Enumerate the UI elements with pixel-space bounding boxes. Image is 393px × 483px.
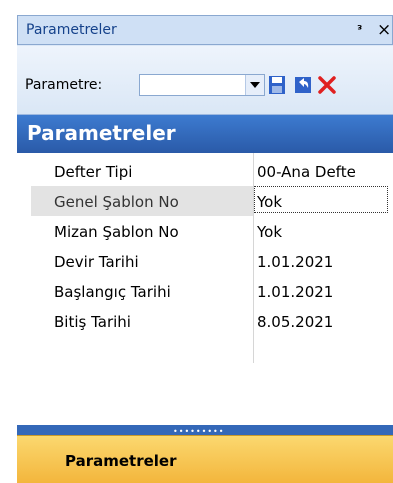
row-key: Mizan Şablon No <box>54 223 179 241</box>
pin-icon[interactable]: ᵌ <box>357 22 362 38</box>
row-key: Defter Tipi <box>54 163 133 181</box>
nav-button-label: Parametreler <box>65 452 177 470</box>
row-key: Başlangıç Tarihi <box>54 283 171 301</box>
row-value[interactable]: 1.01.2021 <box>257 253 333 271</box>
delete-icon[interactable] <box>317 74 337 96</box>
save-icon[interactable] <box>267 74 287 96</box>
undo-icon[interactable] <box>293 74 313 96</box>
splitter-bar[interactable]: ••••••••• <box>17 425 393 436</box>
nav-button-parameters[interactable]: Parametreler <box>17 435 393 483</box>
parameters-panel: Parametreler ᵌ × Parametre: Parametreler… <box>17 15 393 483</box>
panel-title: Parametreler <box>26 22 117 38</box>
close-icon[interactable]: × <box>377 20 391 40</box>
dropdown-arrow-icon[interactable] <box>245 75 264 95</box>
row-value[interactable]: 00-Ana Defte <box>257 163 356 181</box>
row-value[interactable]: Yok <box>257 223 282 241</box>
grid-row[interactable]: Mizan Şablon No Yok <box>17 216 393 246</box>
row-value[interactable]: 1.01.2021 <box>257 283 333 301</box>
toolbar: Parametre: <box>17 46 393 115</box>
parameter-label: Parametre: <box>25 77 103 93</box>
row-value[interactable]: 8.05.2021 <box>257 313 333 331</box>
parameter-combobox[interactable] <box>139 74 265 96</box>
panel-titlebar: Parametreler ᵌ × <box>17 15 393 45</box>
grid-row[interactable]: Defter Tipi 00-Ana Defte <box>17 156 393 186</box>
section-header: Parametreler <box>17 115 393 153</box>
cell-focus-rect <box>254 186 388 213</box>
grid-row[interactable]: Bitiş Tarihi 8.05.2021 <box>17 306 393 336</box>
grid-row[interactable]: Devir Tarihi 1.01.2021 <box>17 246 393 276</box>
row-key: Devir Tarihi <box>54 253 139 271</box>
row-key: Genel Şablon No <box>54 193 179 211</box>
row-key: Bitiş Tarihi <box>54 313 131 331</box>
section-title: Parametreler <box>27 121 176 145</box>
grid-row[interactable]: Başlangıç Tarihi 1.01.2021 <box>17 276 393 306</box>
